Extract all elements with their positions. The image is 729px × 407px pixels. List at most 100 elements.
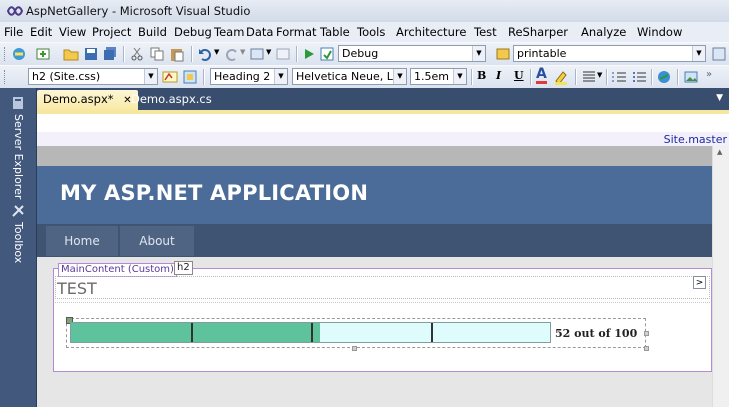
redo-icon[interactable] xyxy=(224,46,240,62)
underline-button[interactable]: U xyxy=(514,69,524,82)
element-tag[interactable]: h2 xyxy=(174,261,193,275)
resize-handle[interactable] xyxy=(352,346,357,351)
undo-icon[interactable] xyxy=(197,46,213,62)
window-title: AspNetGallery - Microsoft Visual Studio xyxy=(26,4,251,18)
auto-hide-side-panel: Server Explorer Toolbox xyxy=(0,88,37,407)
toolbar-separator xyxy=(575,69,577,85)
solution-configuration-select[interactable]: Debug ▼ xyxy=(338,45,486,62)
cut-icon[interactable] xyxy=(129,46,145,62)
server-explorer-icon xyxy=(13,97,23,109)
new-style-icon[interactable] xyxy=(182,69,198,85)
chevron-down-icon: ▼ xyxy=(393,69,406,84)
find-in-files-icon[interactable] xyxy=(711,46,727,62)
menu-team[interactable]: Team xyxy=(214,25,244,39)
foreground-color-button[interactable]: A xyxy=(536,67,547,84)
menu-debug[interactable]: Debug xyxy=(174,25,212,39)
toolbar-overflow-icon[interactable]: » xyxy=(706,69,712,80)
chevron-down-icon: ▼ xyxy=(274,69,287,84)
scroll-up-icon[interactable]: ▲ xyxy=(717,148,722,156)
server-explorer-tab[interactable]: Server Explorer xyxy=(12,114,25,199)
block-format-value: Heading 2 xyxy=(214,70,271,83)
add-item-icon[interactable] xyxy=(35,46,51,62)
target-rule-select[interactable]: h2 (Site.css) ▼ xyxy=(28,68,158,85)
progress-segment-divider xyxy=(191,323,193,342)
new-project-icon[interactable] xyxy=(11,46,27,62)
nav-item-about[interactable]: About xyxy=(120,226,194,256)
platform-icon[interactable] xyxy=(495,46,511,62)
menu-build[interactable]: Build xyxy=(138,25,167,39)
numbered-list-icon[interactable] xyxy=(611,69,627,85)
undo-dropdown-icon[interactable]: ▼ xyxy=(214,48,219,56)
toolbar-separator xyxy=(606,69,608,85)
menu-test[interactable]: Test xyxy=(474,25,497,39)
save-icon[interactable] xyxy=(83,46,99,62)
bulleted-list-icon[interactable] xyxy=(631,69,647,85)
hyperlink-icon[interactable] xyxy=(656,69,672,85)
navigate-backward-icon[interactable] xyxy=(249,46,265,62)
title-bar: AspNetGallery - Microsoft Visual Studio xyxy=(0,0,729,23)
page-heading[interactable]: TEST xyxy=(57,279,97,298)
block-format-select[interactable]: Heading 2 ▼ xyxy=(210,68,288,85)
toolbar-separator xyxy=(677,69,679,85)
menu-format[interactable]: Format xyxy=(276,25,317,39)
italic-button[interactable]: I xyxy=(496,69,501,82)
progress-label: 52 out of 100 xyxy=(555,327,638,340)
menu-data[interactable]: Data xyxy=(246,25,273,39)
menu-project[interactable]: Project xyxy=(92,25,131,39)
insert-image-icon[interactable] xyxy=(683,69,699,85)
menu-file[interactable]: File xyxy=(4,25,23,39)
tab-list-dropdown-icon[interactable]: ▼ xyxy=(716,93,723,103)
justify-icon[interactable] xyxy=(581,69,597,85)
menu-resharper[interactable]: ReSharper xyxy=(508,25,568,39)
font-name-value: Helvetica Neue, L xyxy=(296,70,393,83)
vertical-scrollbar[interactable]: ▲ xyxy=(712,146,729,407)
master-page-link[interactable]: Site.master xyxy=(664,133,727,146)
toolbar-grip[interactable] xyxy=(4,70,8,84)
progress-bar-fill xyxy=(71,323,320,342)
menu-view[interactable]: View xyxy=(59,25,86,39)
nav-home-label: Home xyxy=(64,234,100,248)
chevron-down-icon: ▼ xyxy=(144,69,157,84)
resize-handle[interactable] xyxy=(644,346,649,351)
menu-edit[interactable]: Edit xyxy=(30,25,52,39)
find-combo[interactable]: printable ▼ xyxy=(513,45,706,62)
menu-analyze[interactable]: Analyze xyxy=(581,25,626,39)
apply-style-icon[interactable] xyxy=(162,69,178,85)
content-placeholder-tag[interactable]: MainContent (Custom) xyxy=(58,263,177,277)
highlight-icon[interactable] xyxy=(553,69,569,85)
menu-window[interactable]: Window xyxy=(637,25,682,39)
tab-demo-aspx-cs[interactable]: Demo.aspx.cs xyxy=(125,90,218,110)
copy-icon[interactable] xyxy=(149,46,165,62)
navigate-dropdown-icon[interactable]: ▼ xyxy=(266,48,271,56)
toolbar-separator xyxy=(471,69,473,85)
nav-item-home[interactable]: Home xyxy=(46,226,118,256)
resize-handle[interactable] xyxy=(644,331,649,336)
redo-dropdown-icon[interactable]: ▼ xyxy=(240,48,245,56)
smart-tag-button[interactable]: > xyxy=(693,276,706,289)
justify-dropdown-icon[interactable]: ▼ xyxy=(597,71,602,79)
chevron-down-icon: ▼ xyxy=(472,46,485,61)
heading-outline xyxy=(55,276,710,299)
toolbar-separator xyxy=(651,69,653,85)
menu-tools[interactable]: Tools xyxy=(357,25,385,39)
tab-demo-aspx[interactable]: Demo.aspx* ✕ xyxy=(37,90,138,110)
toolbar-grip[interactable] xyxy=(4,47,8,61)
font-name-select[interactable]: Helvetica Neue, L ▼ xyxy=(292,68,407,85)
bold-button[interactable]: B xyxy=(477,69,486,82)
target-rule-value: h2 (Site.css) xyxy=(32,70,101,83)
menu-table[interactable]: Table xyxy=(320,25,350,39)
font-size-select[interactable]: 1.5em ▼ xyxy=(410,68,467,85)
toolbar-separator xyxy=(203,69,205,85)
paste-icon[interactable] xyxy=(169,46,185,62)
site-title: MY ASP.NET APPLICATION xyxy=(60,181,369,205)
start-debugging-icon[interactable] xyxy=(301,46,317,62)
toolbox-tab[interactable]: Toolbox xyxy=(12,222,25,263)
document-tab-strip: Demo.aspx* ✕ Demo.aspx.cs ▼ xyxy=(37,88,729,110)
menu-architecture[interactable]: Architecture xyxy=(396,25,466,39)
navigate-forward-icon[interactable] xyxy=(275,46,291,62)
nav-about-label: About xyxy=(139,234,175,248)
toolbar-separator xyxy=(530,69,532,85)
save-all-icon[interactable] xyxy=(102,46,118,62)
attach-process-icon[interactable] xyxy=(319,46,335,62)
open-file-icon[interactable] xyxy=(63,46,79,62)
